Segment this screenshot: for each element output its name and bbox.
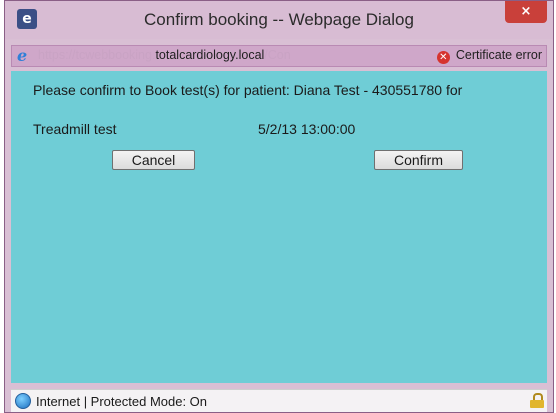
address-bar[interactable]: e https://tcwebbooking.totalcardiology.l… <box>11 45 547 67</box>
close-button[interactable]: × <box>505 1 547 23</box>
confirmation-message: Please confirm to Book test(s) for patie… <box>33 82 463 98</box>
certificate-error-label: Certificate error <box>455 48 542 62</box>
error-x-icon: ✕ <box>436 51 450 64</box>
confirm-button[interactable]: Confirm <box>374 150 463 170</box>
status-bar: Internet | Protected Mode: On <box>11 389 547 412</box>
url-suffix: /Con <box>264 48 291 62</box>
url-display[interactable]: https://tcwebbooking.totalcardiology.loc… <box>38 48 291 62</box>
certificate-error-button[interactable]: ✕ Certificate error <box>436 48 542 64</box>
lock-icon[interactable] <box>530 393 544 408</box>
title-bar[interactable]: e Confirm booking -- Webpage Dialog × <box>5 1 553 39</box>
dialog-window: e Confirm booking -- Webpage Dialog × e … <box>4 0 554 413</box>
url-host: totalcardiology.local <box>155 48 265 62</box>
dialog-content: Please confirm to Book test(s) for patie… <box>11 71 547 383</box>
cancel-button[interactable]: Cancel <box>112 150 195 170</box>
window-title: Confirm booking -- Webpage Dialog <box>144 10 414 29</box>
test-datetime: 5/2/13 13:00:00 <box>258 121 356 137</box>
globe-icon <box>15 393 31 409</box>
url-prefix: https://tcwebbooking. <box>38 48 156 62</box>
test-name: Treadmill test <box>33 121 117 137</box>
ie-logo-icon: e <box>17 46 28 65</box>
security-zone-text: Internet | Protected Mode: On <box>36 394 208 409</box>
